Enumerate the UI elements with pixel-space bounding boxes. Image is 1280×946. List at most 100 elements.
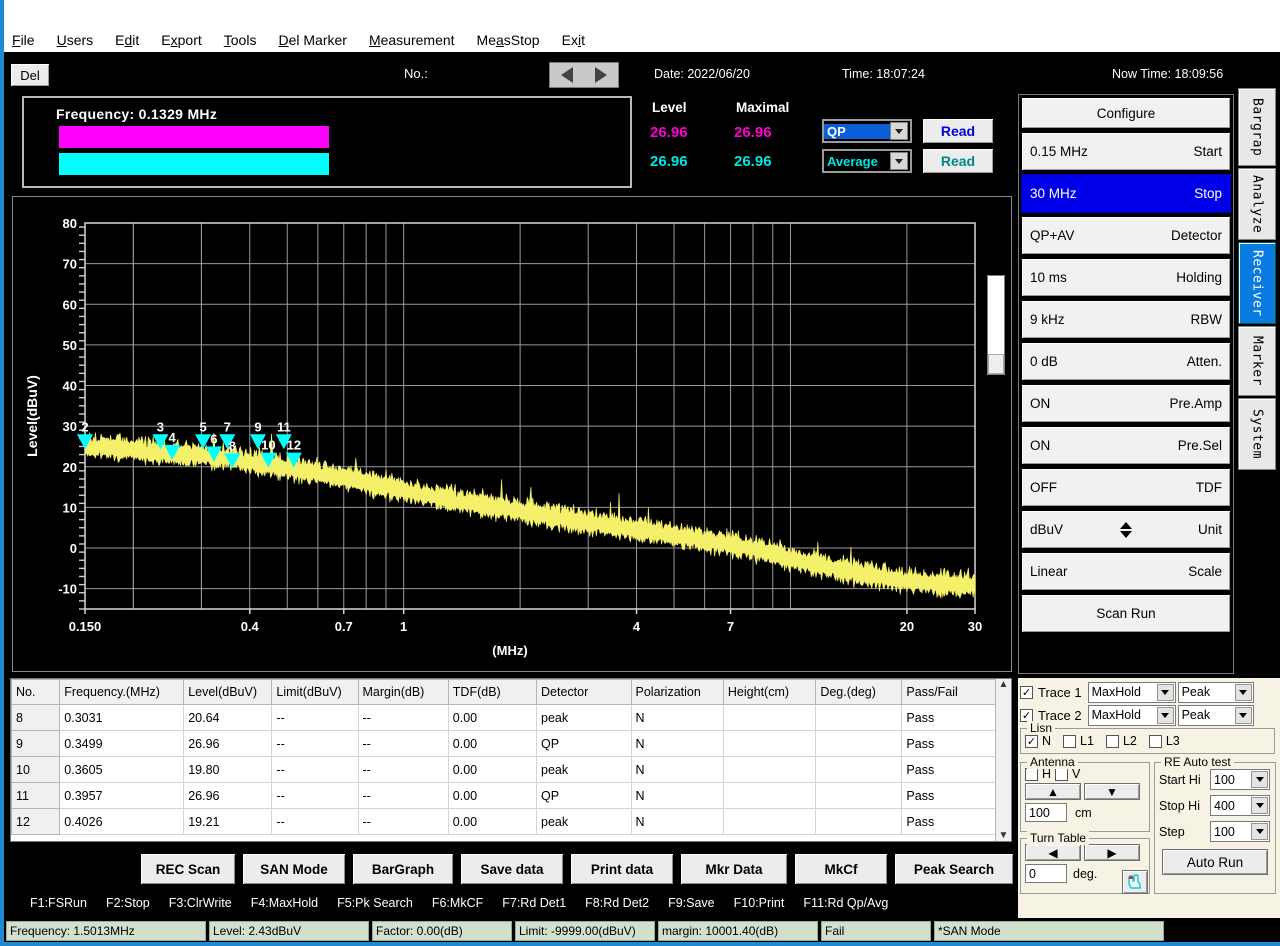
lisn-option-l1[interactable]: L1 xyxy=(1063,734,1094,748)
button-print-data[interactable]: Print data xyxy=(570,853,674,885)
antenna-h-checkbox[interactable] xyxy=(1025,768,1038,781)
step-select[interactable]: 100 xyxy=(1210,821,1270,842)
configure-item-preamp[interactable]: ONPre.Amp xyxy=(1021,384,1231,423)
chevron-down-icon[interactable] xyxy=(1235,707,1252,724)
table-row[interactable]: 80.303120.64----0.00peakNPass xyxy=(12,705,997,731)
lisn-checkbox-l1[interactable] xyxy=(1063,735,1076,748)
lisn-checkbox-n[interactable]: ✓ xyxy=(1025,735,1038,748)
antenna-down-button[interactable]: ▼ xyxy=(1084,783,1140,800)
turntable-left-button[interactable]: ◀ xyxy=(1025,844,1081,861)
button-san-mode[interactable]: SAN Mode xyxy=(242,853,346,885)
chevron-down-icon[interactable] xyxy=(1235,684,1252,701)
turntable-deg-input[interactable]: 0 xyxy=(1025,864,1067,883)
read-average-button[interactable]: Read xyxy=(922,148,994,174)
antenna-height-input[interactable]: 100 xyxy=(1025,803,1067,822)
configure-item-start[interactable]: 0.15 MHzStart xyxy=(1021,132,1231,171)
configure-item-unit[interactable]: dBuVUnit xyxy=(1021,510,1231,549)
menu-item-del-marker[interactable]: Del Marker xyxy=(278,32,346,48)
spectrum-chart[interactable]: 80706050403020100-10Level(dBuV)0.1500.40… xyxy=(12,196,1012,672)
tab-system[interactable]: System xyxy=(1238,398,1276,470)
chart-vertical-scrollbar[interactable] xyxy=(987,275,1005,375)
detector-select-qp[interactable]: QP xyxy=(822,119,912,143)
chevron-down-icon[interactable] xyxy=(890,152,908,170)
antenna-up-button[interactable]: ▲ xyxy=(1025,783,1081,800)
del-button[interactable]: Del xyxy=(10,63,50,87)
menu-item-export[interactable]: Export xyxy=(161,32,201,48)
chart-scroll-thumb[interactable] xyxy=(988,354,1004,374)
auto-run-button[interactable]: Auto Run xyxy=(1162,849,1268,875)
trace-1-detector-select[interactable]: Peak xyxy=(1178,682,1254,703)
configure-item-detector[interactable]: QP+AVDetector xyxy=(1021,216,1231,255)
menu-item-edit[interactable]: Edit xyxy=(115,32,139,48)
turntable-right-button[interactable]: ▶ xyxy=(1084,844,1140,861)
button-rec-scan[interactable]: REC Scan xyxy=(140,853,236,885)
table-column-header[interactable]: Polarization xyxy=(631,680,723,705)
table-row[interactable]: 90.349926.96----0.00QPNPass xyxy=(12,731,997,757)
scroll-up-icon[interactable]: ▲ xyxy=(999,679,1009,690)
lisn-checkbox-l3[interactable] xyxy=(1149,735,1162,748)
chevron-down-icon[interactable] xyxy=(1251,823,1268,840)
hand-cursor-icon-button[interactable] xyxy=(1122,870,1148,894)
lisn-option-l3[interactable]: L3 xyxy=(1149,734,1180,748)
table-column-header[interactable]: TDF(dB) xyxy=(448,680,536,705)
scroll-down-icon[interactable]: ▼ xyxy=(999,830,1009,841)
table-row[interactable]: 110.395726.96----0.00QPNPass xyxy=(12,783,997,809)
lisn-checkbox-l2[interactable] xyxy=(1106,735,1119,748)
table-column-header[interactable]: Level(dBuV) xyxy=(184,680,272,705)
configure-item-atten[interactable]: 0 dBAtten. xyxy=(1021,342,1231,381)
button-mkcf[interactable]: MkCf xyxy=(794,853,888,885)
table-column-header[interactable]: Deg.(deg) xyxy=(816,680,902,705)
spinner-down-icon[interactable] xyxy=(1120,531,1132,538)
trace-2-mode-select[interactable]: MaxHold xyxy=(1088,705,1176,726)
start-hi-select[interactable]: 100 xyxy=(1210,769,1270,790)
trace-1-checkbox[interactable]: ✓ xyxy=(1020,686,1033,699)
chevron-down-icon[interactable] xyxy=(1157,707,1174,724)
spinner-up-icon[interactable] xyxy=(1120,522,1132,529)
configure-item-scale[interactable]: LinearScale xyxy=(1021,552,1231,591)
table-row[interactable]: 100.360519.80----0.00peakNPass xyxy=(12,757,997,783)
configure-item-tdf[interactable]: OFFTDF xyxy=(1021,468,1231,507)
table-column-header[interactable]: Margin(dB) xyxy=(358,680,448,705)
button-bargraph[interactable]: BarGraph xyxy=(352,853,454,885)
menu-item-measurement[interactable]: Measurement xyxy=(369,32,455,48)
prev-arrow-icon[interactable] xyxy=(561,67,573,83)
detector-select-average[interactable]: Average xyxy=(822,149,912,173)
button-save-data[interactable]: Save data xyxy=(460,853,564,885)
menu-item-measstop[interactable]: MeasStop xyxy=(477,32,540,48)
menu-item-exit[interactable]: Exit xyxy=(562,32,585,48)
table-column-header[interactable]: Height(cm) xyxy=(723,680,815,705)
trace-2-checkbox[interactable]: ✓ xyxy=(1020,709,1033,722)
menu-item-users[interactable]: Users xyxy=(57,32,94,48)
configure-item-rbw[interactable]: 9 kHzRBW xyxy=(1021,300,1231,339)
antenna-v-checkbox[interactable] xyxy=(1055,768,1068,781)
chevron-down-icon[interactable] xyxy=(890,122,908,140)
chevron-down-icon[interactable] xyxy=(1251,771,1268,788)
stop-hi-select[interactable]: 400 xyxy=(1210,795,1270,816)
table-column-header[interactable]: Frequency.(MHz) xyxy=(60,680,184,705)
tab-marker[interactable]: Marker xyxy=(1238,326,1276,396)
chevron-down-icon[interactable] xyxy=(1251,797,1268,814)
table-column-header[interactable]: Pass/Fail xyxy=(902,680,997,705)
read-qp-button[interactable]: Read xyxy=(922,118,994,144)
configure-item-stop[interactable]: 30 MHzStop xyxy=(1021,174,1231,213)
table-column-header[interactable]: Limit(dBuV) xyxy=(272,680,358,705)
tab-receiver[interactable]: Receiver xyxy=(1238,242,1276,324)
tab-analyze[interactable]: Analyze xyxy=(1238,168,1276,240)
button-peak-search[interactable]: Peak Search xyxy=(894,853,1014,885)
menu-item-tools[interactable]: Tools xyxy=(224,32,257,48)
unit-spinner[interactable] xyxy=(1120,522,1132,538)
marker-nav-buttons[interactable] xyxy=(549,62,619,88)
button-mkr-data[interactable]: Mkr Data xyxy=(680,853,788,885)
configure-item-presel[interactable]: ONPre.Sel xyxy=(1021,426,1231,465)
trace-1-mode-select[interactable]: MaxHold xyxy=(1088,682,1176,703)
table-column-header[interactable]: No. xyxy=(12,680,60,705)
tab-bargrap[interactable]: Bargrap xyxy=(1238,88,1276,166)
table-column-header[interactable]: Detector xyxy=(537,680,632,705)
table-vertical-scrollbar[interactable]: ▲ ▼ xyxy=(995,679,1011,841)
next-arrow-icon[interactable] xyxy=(595,67,607,83)
trace-2-detector-select[interactable]: Peak xyxy=(1178,705,1254,726)
table-row[interactable]: 120.402619.21----0.00peakNPass xyxy=(12,809,997,835)
scan-run-button[interactable]: Scan Run xyxy=(1021,594,1231,633)
chevron-down-icon[interactable] xyxy=(1157,684,1174,701)
configure-item-holding[interactable]: 10 msHolding xyxy=(1021,258,1231,297)
